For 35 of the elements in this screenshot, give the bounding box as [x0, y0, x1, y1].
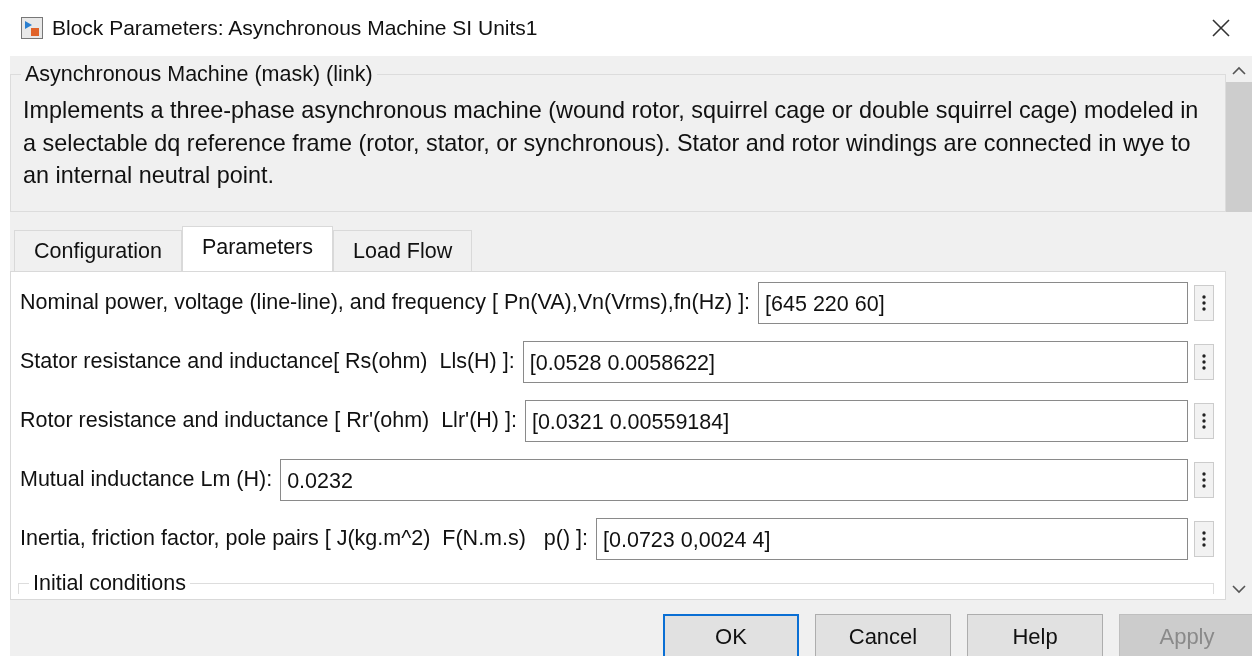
description-text: Implements a three-phase asynchronous machine (wound rotor, squirrel cage or double squirrel cage) modeled in a selectable dq reference frame (rotor, stator, or synchronous). Stator and rotor windings are connected in wye to an internal neutral point.: [23, 96, 1200, 190]
more-options-button[interactable]: [1194, 284, 1214, 321]
input-field[interactable]: [0.0723 0,0024 4]: [596, 517, 1188, 560]
description-heading: Asynchronous Machine (mask) (link): [24, 62, 374, 86]
app-icon: [21, 17, 43, 39]
more-options-button[interactable]: [1194, 402, 1214, 439]
more-options-button[interactable]: [1194, 520, 1214, 557]
parameter-label: Inertia, friction factor, pole pairs [ J(kg.m^2) F(N.m.s) p() ]:: [20, 526, 589, 551]
tab[interactable]: Load Flow: [333, 230, 473, 271]
more-options-button[interactable]: [1194, 343, 1214, 380]
more-options-button[interactable]: [1194, 461, 1214, 498]
dialog-button[interactable]: Help: [967, 614, 1103, 656]
dialog-button[interactable]: OK: [663, 614, 799, 656]
parameter-label: Nominal power, voltage (line-line), and frequency [ Pn(VA),Vn(Vrms),fn(Hz) ]:: [20, 290, 751, 315]
scroll-up-icon[interactable]: [1232, 66, 1246, 76]
window-title: Block Parameters: Asynchronous Machine SI Units1: [52, 16, 539, 40]
scroll-down-icon[interactable]: [1232, 584, 1246, 594]
tab[interactable]: Configuration: [14, 230, 182, 271]
input-field[interactable]: [0.0321 0.00559184]: [524, 399, 1188, 442]
parameter-label: Rotor resistance and inductance [ Rr'(ohm) Llr'(H) ]:: [20, 408, 517, 433]
parameter-label: Mutual inductance Lm (H):: [20, 467, 273, 492]
vertical-dots-icon: [1202, 530, 1206, 547]
vertical-dots-icon: [1202, 471, 1206, 488]
input-field[interactable]: [0.0528 0.0058622]: [522, 340, 1188, 383]
tab[interactable]: Parameters: [181, 226, 333, 271]
group-heading: Initial conditions: [32, 573, 187, 593]
vertical-dots-icon: [1202, 412, 1206, 429]
input-field[interactable]: [645 220 60]: [758, 281, 1188, 324]
input-field[interactable]: 0.0232: [280, 458, 1188, 501]
close-icon[interactable]: [1212, 19, 1230, 37]
parameter-label: Stator resistance and inductance[ Rs(ohm) Lls(H) ]:: [20, 349, 515, 374]
vertical-dots-icon: [1202, 353, 1206, 370]
vertical-dots-icon: [1202, 294, 1206, 311]
dialog-button[interactable]: Cancel: [815, 614, 951, 656]
scrollbar-thumb[interactable]: [1226, 82, 1252, 212]
